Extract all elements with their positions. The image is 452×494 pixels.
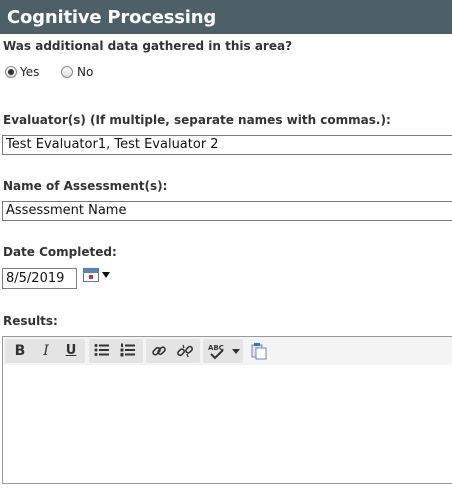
unlink-button[interactable]	[175, 342, 195, 360]
results-text-area[interactable]	[3, 365, 452, 483]
calendar-picker-button[interactable]	[83, 267, 111, 285]
editor-toolbar: B I U ABC	[3, 337, 452, 365]
radio-yes-label[interactable]: Yes	[20, 65, 39, 79]
list-group	[89, 339, 143, 363]
assessment-input[interactable]: Assessment Name	[2, 201, 452, 221]
spellcheck-dropdown-icon[interactable]	[232, 349, 240, 354]
numbered-list-button[interactable]	[118, 342, 138, 360]
numbered-list-icon	[120, 343, 135, 357]
format-group: B I U	[5, 339, 85, 363]
unlink-icon	[177, 344, 193, 358]
paste-button[interactable]	[249, 341, 269, 360]
date-completed-label: Date Completed:	[3, 245, 117, 259]
section-title: Cognitive Processing	[0, 0, 452, 34]
date-completed-input[interactable]: 8/5/2019	[2, 268, 77, 289]
spellcheck-button[interactable]: ABC	[205, 342, 231, 360]
link-button[interactable]	[149, 342, 169, 360]
additional-data-question: Was additional data gathered in this are…	[3, 39, 293, 53]
link-icon	[152, 346, 166, 356]
spellcheck-group: ABC	[203, 339, 243, 363]
assessment-label: Name of Assessment(s):	[3, 179, 168, 193]
results-rich-text-editor: B I U ABC	[2, 336, 452, 484]
bold-button[interactable]: B	[10, 342, 30, 360]
link-group	[146, 339, 200, 363]
bulleted-list-icon	[94, 344, 109, 356]
calendar-icon	[83, 268, 99, 282]
evaluators-label: Evaluator(s) (If multiple, separate name…	[3, 113, 391, 127]
results-label: Results:	[3, 314, 58, 328]
bulleted-list-button[interactable]	[92, 342, 112, 360]
spellcheck-icon: ABC	[208, 344, 224, 360]
underline-button[interactable]: U	[61, 342, 81, 360]
radio-yes[interactable]	[5, 66, 17, 78]
radio-no[interactable]	[61, 66, 73, 78]
paste-icon	[251, 343, 267, 360]
radio-no-label[interactable]: No	[77, 65, 93, 79]
dropdown-arrow-icon	[102, 272, 110, 278]
evaluators-input[interactable]: Test Evaluator1, Test Evaluator 2	[2, 135, 452, 155]
italic-button[interactable]: I	[36, 342, 56, 360]
